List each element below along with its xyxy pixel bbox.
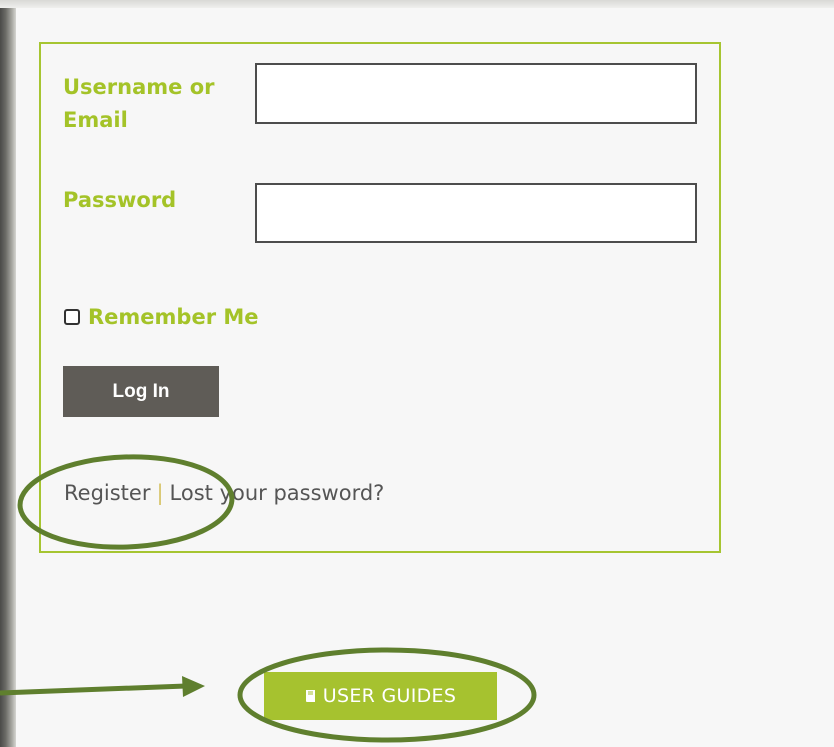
password-label: Password xyxy=(63,188,177,212)
link-separator: | xyxy=(156,481,164,505)
user-guides-button[interactable]: USER GUIDES xyxy=(264,672,497,720)
username-input[interactable] xyxy=(255,63,697,124)
login-button[interactable]: Log In xyxy=(63,366,219,417)
password-input[interactable] xyxy=(255,183,697,243)
book-icon xyxy=(305,690,315,702)
account-links: Register | Lost your password? xyxy=(64,481,384,505)
register-link[interactable]: Register xyxy=(64,481,150,505)
background-top-strip xyxy=(0,0,834,8)
remember-me-row[interactable]: Remember Me xyxy=(64,305,259,329)
lost-password-link[interactable]: Lost your password? xyxy=(170,481,385,505)
remember-me-label[interactable]: Remember Me xyxy=(88,305,259,329)
username-label: Username or Email xyxy=(63,75,215,132)
remember-me-checkbox[interactable] xyxy=(64,309,80,325)
user-guides-label: USER GUIDES xyxy=(322,685,457,707)
background-left-strip xyxy=(0,0,16,747)
